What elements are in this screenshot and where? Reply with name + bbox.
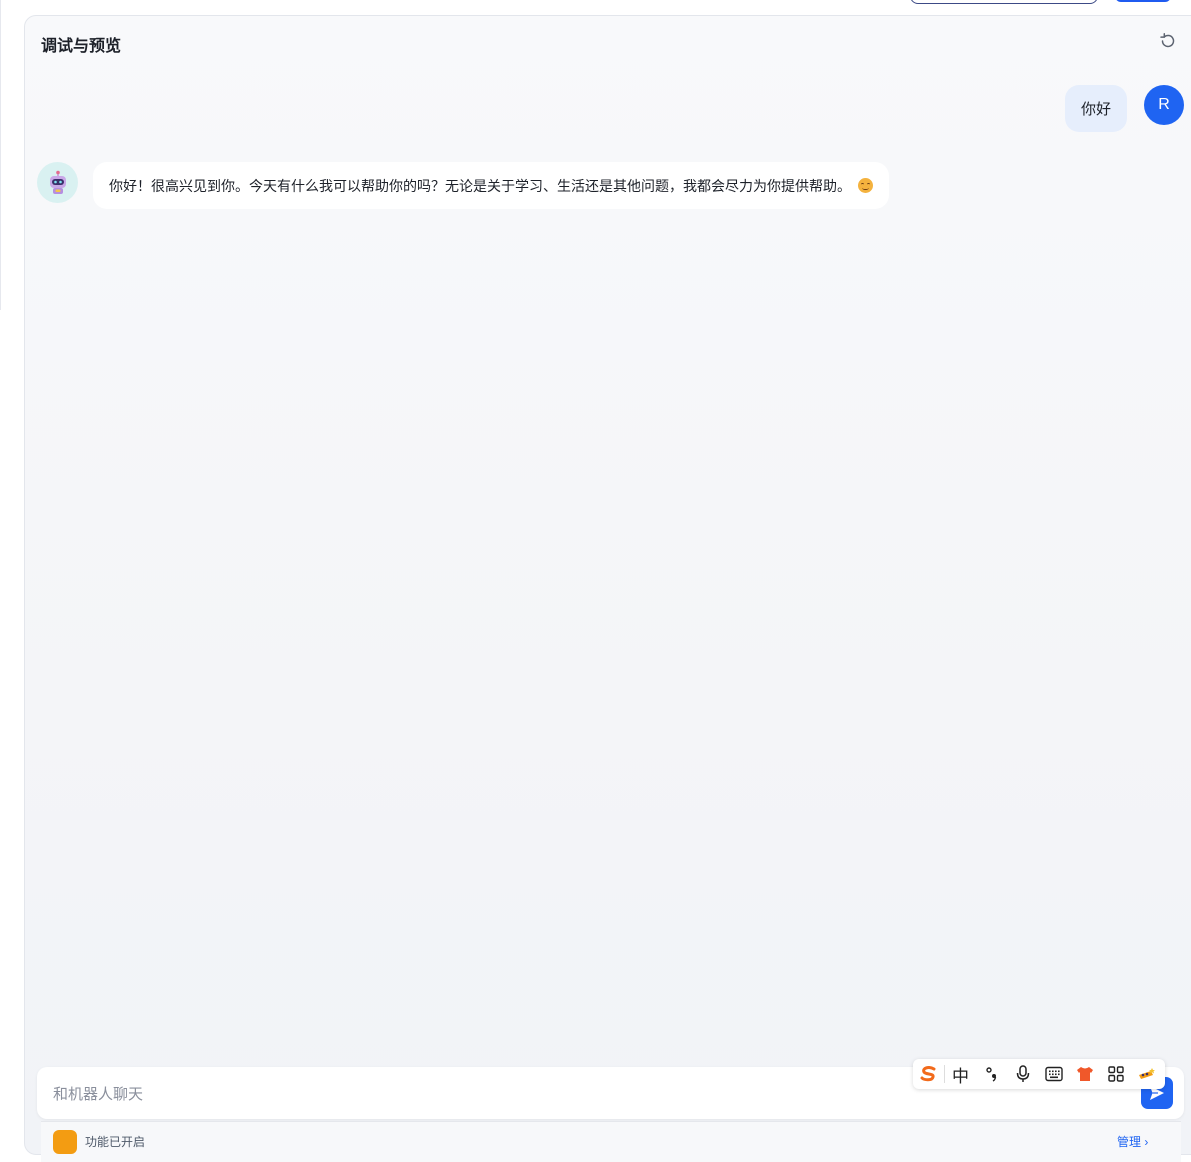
skin-icon[interactable] <box>1069 1059 1100 1089</box>
punctuation-icon[interactable] <box>976 1059 1007 1089</box>
sogou-logo-icon[interactable] <box>913 1059 944 1089</box>
plugin-icon <box>53 1130 77 1154</box>
top-primary-button[interactable] <box>1115 0 1171 2</box>
more-icon[interactable] <box>1131 1059 1162 1089</box>
robot-icon <box>37 162 78 203</box>
ime-toolbar: 中 <box>913 1059 1165 1089</box>
plugin-label: 功能已开启 <box>85 1135 146 1149</box>
user-avatar: R <box>1144 85 1184 125</box>
panel-title: 调试与预览 <box>41 38 122 55</box>
refresh-icon[interactable] <box>1158 31 1178 51</box>
top-outline-button[interactable] <box>910 0 1098 4</box>
grid-icon[interactable] <box>1100 1059 1131 1089</box>
left-sidebar-edge <box>0 0 1 310</box>
chinese-mode-toggle[interactable]: 中 <box>945 1059 976 1089</box>
user-message-bubble: 你好 <box>1064 85 1127 132</box>
bot-message-text: 你好！很高兴见到你。今天有什么我可以帮助你的吗？无论是关于学习、生活还是其他问题… <box>109 177 851 194</box>
chat-input[interactable] <box>51 1083 855 1105</box>
user-message-text: 你好 <box>1080 101 1111 118</box>
user-avatar-letter: R <box>1158 96 1170 113</box>
debug-preview-panel: 调试与预览 你好 R 你好！很高兴见到你。今天有什么我可以帮助你的吗？无论是关于… <box>24 15 1191 1162</box>
manage-link[interactable]: 管理 › <box>1117 1133 1148 1150</box>
smile-emoji-icon <box>858 178 873 193</box>
bot-message-bubble: 你好！很高兴见到你。今天有什么我可以帮助你的吗？无论是关于学习、生活还是其他问题… <box>93 162 889 209</box>
keyboard-icon[interactable] <box>1038 1059 1069 1089</box>
plugin-bar: 功能已开启 管理 › <box>41 1121 1181 1162</box>
microphone-icon[interactable] <box>1007 1059 1038 1089</box>
